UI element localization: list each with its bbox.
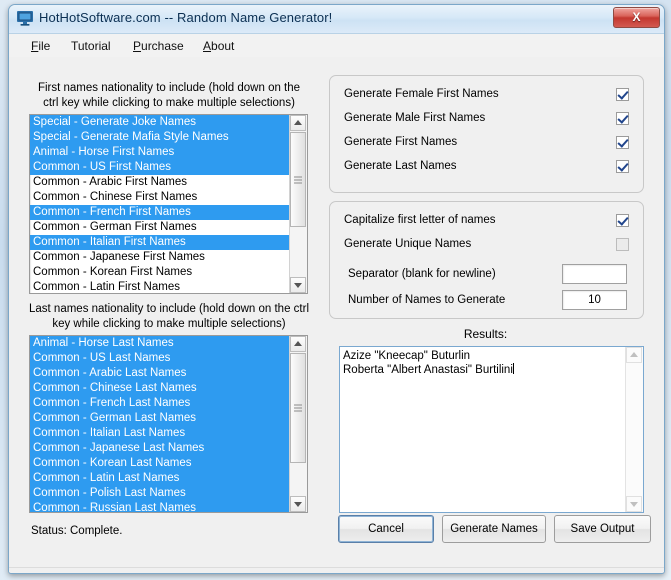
first-names-item[interactable]: Common - German First Names <box>30 220 290 235</box>
generate-option-label: Generate Female First Names <box>344 88 499 100</box>
first-names-label: First names nationality to include (hold… <box>29 81 309 111</box>
results-text[interactable]: Azize "Kneecap" Buturlin Roberta "Albert… <box>343 349 625 377</box>
generate-option-checkbox[interactable] <box>616 88 629 101</box>
last-names-item[interactable]: Animal - Horse Last Names <box>30 336 290 351</box>
window-title: HotHotSoftware.com -- Random Name Genera… <box>39 10 332 25</box>
generate-option-checkbox[interactable] <box>616 112 629 125</box>
generate-option-row[interactable]: Generate Male First Names <box>330 110 643 132</box>
count-label: Number of Names to Generate <box>348 294 505 306</box>
generate-options-group: Generate Female First Names Generate Male… <box>329 75 644 193</box>
generate-option-checkbox[interactable] <box>616 136 629 149</box>
first-names-item[interactable]: Common - French First Names <box>30 205 290 220</box>
format-options-group: Capitalize first letter of names Generat… <box>329 201 644 319</box>
first-names-item[interactable]: Common - Korean First Names <box>30 265 290 280</box>
results-textarea[interactable]: Azize "Kneecap" Buturlin Roberta "Albert… <box>339 346 644 513</box>
status-strip <box>9 567 664 572</box>
last-names-item[interactable]: Common - French Last Names <box>30 396 290 411</box>
first-names-listbox[interactable]: Special - Generate Joke NamesSpecial - G… <box>29 114 308 294</box>
scrollbar-thumb[interactable] <box>290 353 306 463</box>
last-names-item[interactable]: Common - Chinese Last Names <box>30 381 290 396</box>
cancel-button[interactable]: Cancel <box>338 515 434 543</box>
generate-option-label: Generate First Names <box>344 136 457 148</box>
last-names-item[interactable]: Common - German Last Names <box>30 411 290 426</box>
scroll-down-icon[interactable] <box>626 496 642 512</box>
scroll-up-icon[interactable] <box>290 336 306 352</box>
last-names-item[interactable]: Common - Italian Last Names <box>30 426 290 441</box>
last-names-item[interactable]: Common - Japanese Last Names <box>30 441 290 456</box>
last-names-item[interactable]: Common - Korean Last Names <box>30 456 290 471</box>
application-window: HotHotSoftware.com -- Random Name Genera… <box>8 4 665 574</box>
scroll-down-icon[interactable] <box>290 277 306 293</box>
results-title: Results: <box>329 327 642 341</box>
generate-option-label: Generate Last Names <box>344 160 457 172</box>
client-area: First names nationality to include (hold… <box>9 57 664 572</box>
generate-option-checkbox[interactable] <box>616 160 629 173</box>
last-names-item[interactable]: Common - Latin Last Names <box>30 471 290 486</box>
first-names-item[interactable]: Special - Generate Joke Names <box>30 115 290 130</box>
first-names-item[interactable]: Common - Italian First Names <box>30 235 290 250</box>
desktop-background: HotHotSoftware.com -- Random Name Genera… <box>0 0 671 580</box>
menu-item-file[interactable]: File <box>27 38 54 54</box>
generate-option-row[interactable]: Generate Last Names <box>330 158 643 180</box>
title-bar: HotHotSoftware.com -- Random Name Genera… <box>9 5 664 34</box>
option-unique-checkbox[interactable] <box>616 238 629 251</box>
option-capitalize-label: Capitalize first letter of names <box>344 214 495 226</box>
separator-input[interactable] <box>562 264 627 284</box>
scroll-up-icon[interactable] <box>290 115 306 131</box>
menu-item-purchase[interactable]: Purchase <box>129 38 188 54</box>
generate-option-row[interactable]: Generate First Names <box>330 134 643 156</box>
menu-item-tutorial[interactable]: Tutorial <box>67 38 115 54</box>
last-names-item[interactable]: Common - Polish Last Names <box>30 486 290 501</box>
scroll-up-icon[interactable] <box>626 347 642 363</box>
last-names-listbox[interactable]: Animal - Horse Last NamesCommon - US Las… <box>29 335 308 513</box>
first-names-item[interactable]: Common - Chinese First Names <box>30 190 290 205</box>
status-text: Status: Complete. <box>31 525 122 537</box>
first-names-item[interactable]: Common - Latin First Names <box>30 280 290 293</box>
menu-bar: File Tutorial Purchase About <box>9 34 664 58</box>
separator-label: Separator (blank for newline) <box>348 268 496 280</box>
first-names-item[interactable]: Common - Japanese First Names <box>30 250 290 265</box>
first-names-item[interactable]: Common - US First Names <box>30 160 290 175</box>
first-names-item[interactable]: Common - Arabic First Names <box>30 175 290 190</box>
last-names-item[interactable]: Common - US Last Names <box>30 351 290 366</box>
save-output-button[interactable]: Save Output <box>554 515 651 543</box>
first-names-scrollbar[interactable] <box>289 115 307 293</box>
text-caret <box>513 363 514 374</box>
option-capitalize-checkbox[interactable] <box>616 214 629 227</box>
count-input[interactable] <box>562 290 627 310</box>
option-unique-label: Generate Unique Names <box>344 238 471 250</box>
option-capitalize[interactable]: Capitalize first letter of names <box>330 212 643 234</box>
generate-names-button[interactable]: Generate Names <box>442 515 546 543</box>
generate-option-label: Generate Male First Names <box>344 112 485 124</box>
first-names-item[interactable]: Special - Generate Mafia Style Names <box>30 130 290 145</box>
option-unique[interactable]: Generate Unique Names <box>330 236 643 258</box>
generate-option-row[interactable]: Generate Female First Names <box>330 86 643 108</box>
scrollbar-thumb[interactable] <box>290 132 306 227</box>
last-names-scrollbar[interactable] <box>289 336 307 512</box>
results-content: Azize "Kneecap" Buturlin Roberta "Albert… <box>343 350 513 376</box>
monitor-icon <box>17 11 33 26</box>
results-scrollbar[interactable] <box>625 347 643 512</box>
scroll-down-icon[interactable] <box>290 496 306 512</box>
close-button[interactable]: X <box>613 7 660 28</box>
first-names-item[interactable]: Animal - Horse First Names <box>30 145 290 160</box>
last-names-item[interactable]: Common - Russian Last Names <box>30 501 290 512</box>
menu-item-about[interactable]: About <box>199 38 238 54</box>
last-names-label: Last names nationality to include (hold … <box>29 302 309 332</box>
last-names-item[interactable]: Common - Arabic Last Names <box>30 366 290 381</box>
